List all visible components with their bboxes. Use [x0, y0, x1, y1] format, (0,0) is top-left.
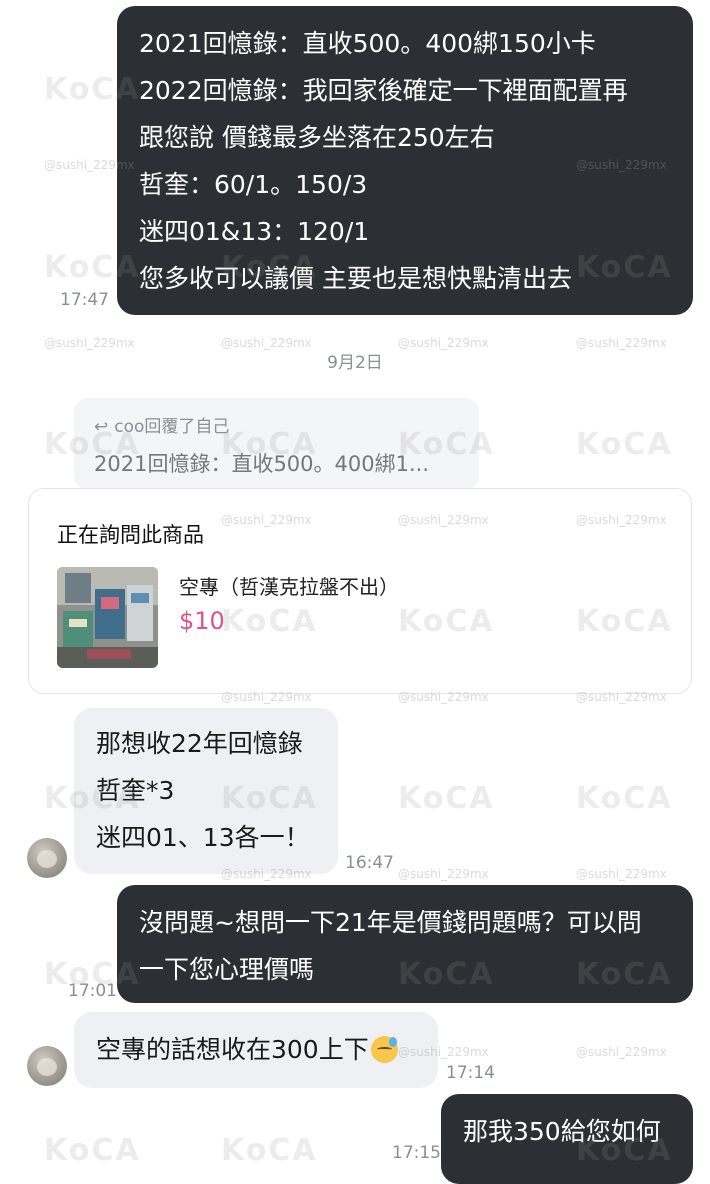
- sweat-smile-icon: [370, 1036, 398, 1063]
- incoming-message-bubble[interactable]: 那想收22年回憶錄 哲奎*3 迷四01、13各一！: [74, 708, 338, 874]
- message-line: 那我350給您如何: [463, 1117, 661, 1146]
- message-line: 跟您說 價錢最多坐落在250左右: [139, 123, 495, 152]
- message-line: 迷四01&13：120/1: [139, 217, 370, 246]
- message-line: 沒問題~想問一下21年是價錢問題嗎？可以問: [139, 908, 642, 937]
- avatar[interactable]: [27, 1046, 67, 1086]
- watermark-handle: @sushi_229mx: [398, 867, 489, 881]
- message-line: 那想收22年回憶錄: [96, 729, 303, 758]
- message-line: 一下您心理價嗎: [139, 955, 315, 984]
- message-line: 哲奎*3: [96, 776, 175, 805]
- watermark-logo: KoCA: [576, 427, 673, 462]
- message-line: 迷四01、13各一！: [96, 823, 310, 852]
- message-line: 您多收可以議價 主要也是想快點清出去: [139, 264, 572, 293]
- message-line: 2022回憶錄：我回家後確定一下裡面配置再: [139, 76, 628, 105]
- date-separator: 9月2日: [327, 353, 383, 373]
- message-timestamp: 17:01: [68, 981, 117, 1001]
- product-thumbnail[interactable]: [57, 567, 158, 668]
- watermark-logo: KoCA: [398, 781, 495, 816]
- product-inquiry-card[interactable]: 正在詢問此商品 空專（哲漢克拉盤不出） $10: [28, 488, 692, 694]
- product-price: $10: [179, 607, 225, 635]
- watermark-handle: @sushi_229mx: [576, 1045, 667, 1059]
- message-line: 空專的話想收在300上下: [96, 1026, 416, 1073]
- avatar[interactable]: [27, 838, 67, 878]
- watermark-logo: KoCA: [44, 1133, 141, 1168]
- reply-header: ↩ coo回覆了自己: [94, 412, 229, 437]
- watermark-logo: KoCA: [576, 781, 673, 816]
- message-timestamp: 17:14: [446, 1063, 495, 1083]
- product-inquiry-heading: 正在詢問此商品: [57, 523, 204, 547]
- reply-header-text: coo回覆了自己: [114, 417, 230, 437]
- message-line: 哲奎：60/1。150/3: [139, 170, 368, 199]
- message-timestamp: 16:47: [345, 853, 394, 873]
- watermark-handle: @sushi_229mx: [576, 867, 667, 881]
- product-photo-icon: [57, 567, 158, 668]
- incoming-message-bubble[interactable]: 空專的話想收在300上下: [74, 1012, 438, 1088]
- message-timestamp: 17:15: [392, 1143, 441, 1163]
- outgoing-message-bubble[interactable]: 那我350給您如何: [441, 1094, 693, 1184]
- outgoing-message-bubble[interactable]: 沒問題~想問一下21年是價錢問題嗎？可以問 一下您心理價嗎: [117, 885, 693, 1003]
- message-line: 2021回憶錄：直收500。400綁150小卡: [139, 29, 596, 58]
- reply-arrow-icon: ↩: [94, 417, 109, 437]
- message-timestamp: 17:47: [60, 290, 109, 310]
- reply-preview: 2021回憶錄：直收500。400綁1...: [94, 452, 429, 476]
- reply-quote[interactable]: ↩ coo回覆了自己 2021回憶錄：直收500。400綁1...: [74, 398, 479, 490]
- watermark-logo: KoCA: [221, 1133, 318, 1168]
- outgoing-message-bubble[interactable]: 2021回憶錄：直收500。400綁150小卡 2022回憶錄：我回家後確定一下…: [117, 6, 693, 315]
- product-name: 空專（哲漢克拉盤不出）: [179, 575, 399, 599]
- message-text: 空專的話想收在300上下: [96, 1035, 369, 1064]
